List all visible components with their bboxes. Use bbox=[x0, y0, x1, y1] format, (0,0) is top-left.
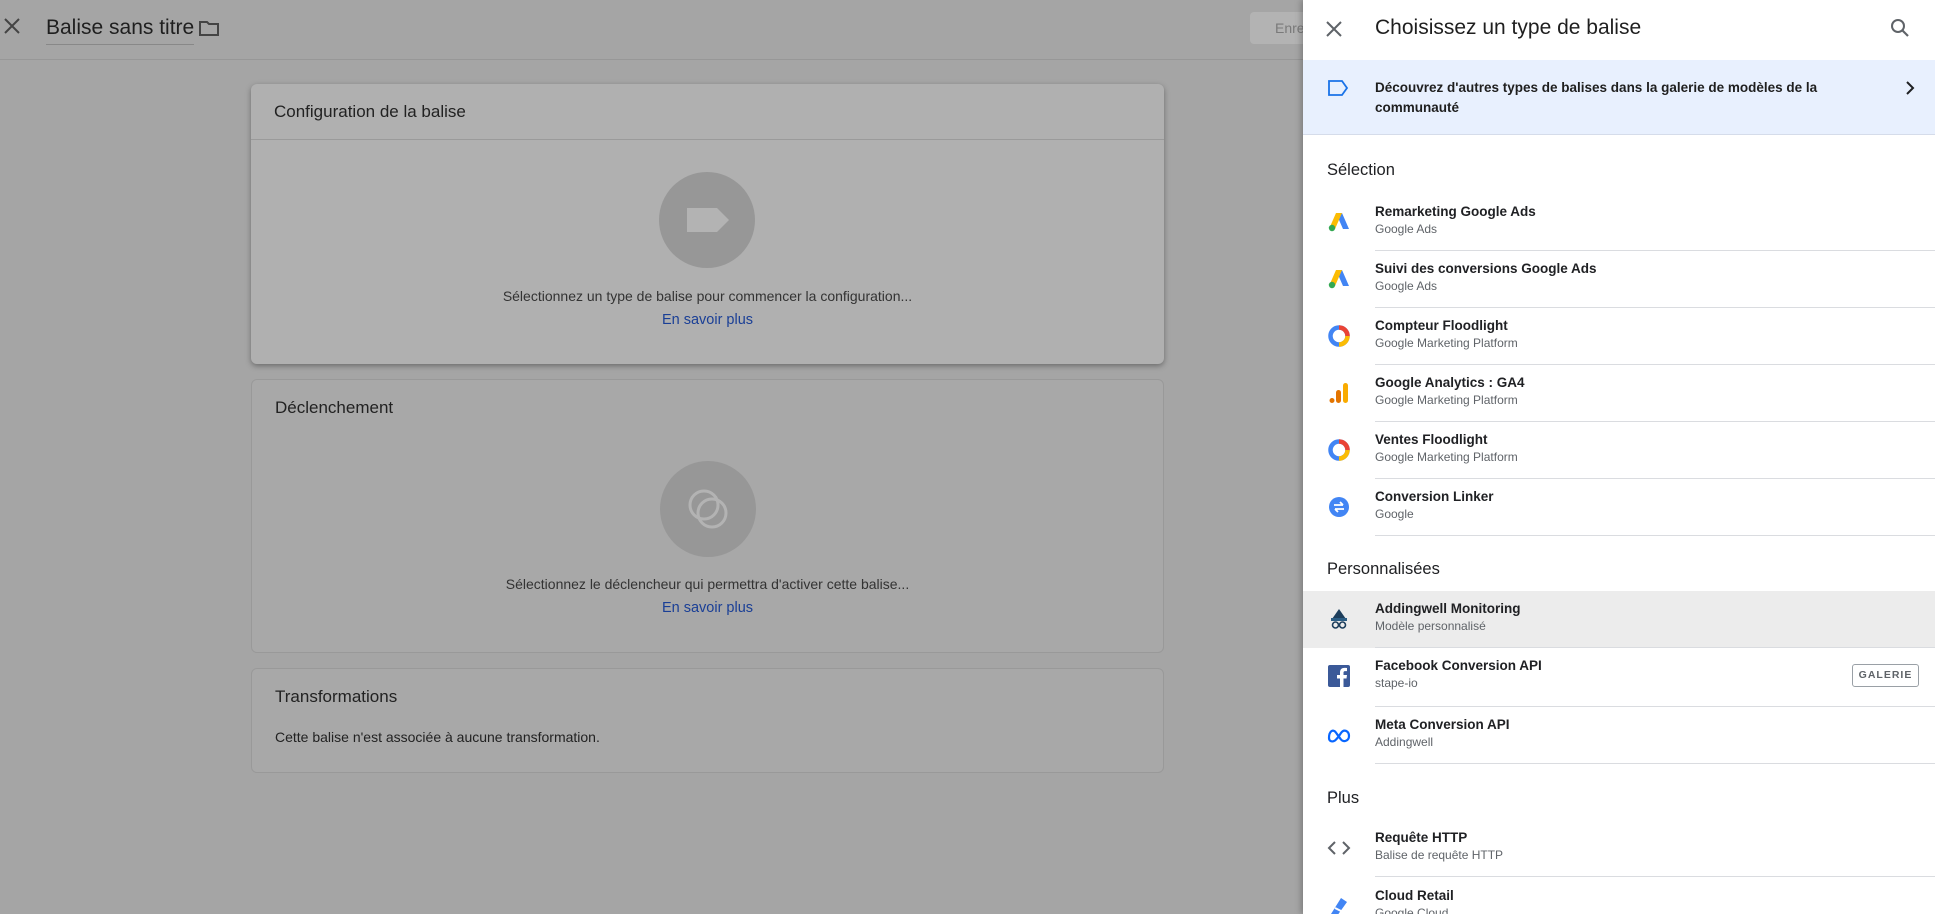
floodlight-icon bbox=[1328, 439, 1350, 461]
item-name: Conversion Linker bbox=[1375, 489, 1494, 504]
divider bbox=[1375, 763, 1935, 764]
conversion-linker-icon bbox=[1329, 497, 1349, 517]
close-icon[interactable] bbox=[2, 16, 22, 36]
tag-type-item[interactable]: Cloud Retail Google Cloud bbox=[1303, 878, 1935, 914]
card-message: Sélectionnez un type de balise pour comm… bbox=[502, 288, 913, 304]
item-subtitle: Google bbox=[1375, 507, 1414, 521]
item-name: Facebook Conversion API bbox=[1375, 658, 1542, 673]
google-ads-icon bbox=[1328, 270, 1349, 289]
item-name: Requête HTTP bbox=[1375, 830, 1468, 845]
panel-header: Choisissez un type de balise bbox=[1303, 0, 1935, 58]
card-heading: Configuration de la balise bbox=[251, 84, 1164, 140]
card-heading: Transformations bbox=[275, 687, 398, 706]
gallery-badge[interactable]: GALERIE bbox=[1852, 664, 1919, 687]
tag-title[interactable]: Balise sans titre bbox=[46, 16, 195, 45]
tag-type-item[interactable]: Requête HTTP Balise de requête HTTP bbox=[1303, 820, 1935, 877]
item-subtitle: Google Ads bbox=[1375, 222, 1438, 236]
item-subtitle: Google Marketing Platform bbox=[1375, 450, 1518, 464]
tag-type-item[interactable]: Ventes Floodlight Google Marketing Platf… bbox=[1303, 422, 1935, 479]
item-subtitle: Balise de requête HTTP bbox=[1375, 848, 1504, 862]
card-message: Sélectionnez le déclencheur qui permettr… bbox=[505, 576, 910, 592]
tag-type-item[interactable]: Suivi des conversions Google Ads Google … bbox=[1303, 251, 1935, 308]
item-name: Ventes Floodlight bbox=[1375, 432, 1488, 447]
card-heading: Déclenchement bbox=[275, 398, 394, 417]
code-icon bbox=[1327, 841, 1351, 855]
trigger-icon bbox=[688, 489, 728, 529]
tag-configuration-card[interactable]: Configuration de la balise Sélectionnez … bbox=[251, 84, 1164, 364]
item-subtitle: Google Marketing Platform bbox=[1375, 393, 1518, 407]
section-heading-selection: Sélection bbox=[1327, 161, 1395, 179]
tag-type-item[interactable]: Conversion Linker Google bbox=[1303, 479, 1935, 536]
floodlight-icon bbox=[1328, 325, 1350, 347]
google-ads-icon bbox=[1328, 213, 1349, 232]
tag-type-item[interactable]: Remarketing Google Ads Google Ads bbox=[1303, 194, 1935, 251]
banner-text: Découvrez d'autres types de balises dans… bbox=[1375, 80, 1818, 115]
chevron-right-icon bbox=[1906, 81, 1915, 95]
tag-type-item[interactable]: Google Analytics : GA4 Google Marketing … bbox=[1303, 365, 1935, 422]
tag-placeholder-circle[interactable] bbox=[659, 172, 755, 268]
triggering-card[interactable]: Déclenchement Sélectionnez le déclencheu… bbox=[251, 379, 1164, 653]
item-name: Suivi des conversions Google Ads bbox=[1375, 261, 1597, 276]
divider bbox=[1375, 876, 1935, 877]
panel-title: Choisissez un type de balise bbox=[1375, 16, 1642, 39]
item-name: Google Analytics : GA4 bbox=[1375, 375, 1525, 390]
cloud-retail-icon bbox=[1331, 898, 1347, 914]
close-icon[interactable] bbox=[1323, 18, 1345, 40]
learn-more-link[interactable]: En savoir plus bbox=[252, 600, 1163, 616]
tag-icon bbox=[687, 208, 729, 232]
item-subtitle: Modèle personnalisé bbox=[1375, 619, 1486, 633]
tag-outline-icon bbox=[1328, 80, 1349, 96]
tag-type-item[interactable]: Facebook Conversion API stape-io GALERIE bbox=[1303, 648, 1935, 707]
item-name: Remarketing Google Ads bbox=[1375, 204, 1536, 219]
item-name: Meta Conversion API bbox=[1375, 717, 1510, 732]
trigger-placeholder-circle[interactable] bbox=[660, 461, 756, 557]
analytics-icon bbox=[1329, 383, 1348, 403]
addingwell-icon bbox=[1331, 609, 1347, 629]
section-heading-more: Plus bbox=[1327, 789, 1360, 807]
community-gallery-banner[interactable]: Découvrez d'autres types de balises dans… bbox=[1303, 60, 1935, 135]
divider bbox=[1375, 535, 1935, 536]
transformations-card: Transformations Cette balise n'est assoc… bbox=[251, 668, 1164, 773]
tag-type-item[interactable]: Compteur Floodlight Google Marketing Pla… bbox=[1303, 308, 1935, 365]
item-subtitle: Google Cloud bbox=[1375, 906, 1449, 914]
tag-type-item[interactable]: Addingwell Monitoring Modèle personnalis… bbox=[1303, 591, 1935, 648]
facebook-icon bbox=[1328, 665, 1350, 687]
item-subtitle: stape-io bbox=[1375, 676, 1418, 690]
learn-more-link[interactable]: En savoir plus bbox=[251, 312, 1164, 328]
section-heading-custom: Personnalisées bbox=[1327, 560, 1440, 578]
card-message: Cette balise n'est associée à aucune tra… bbox=[275, 729, 600, 745]
item-subtitle: Addingwell bbox=[1375, 735, 1434, 749]
item-name: Cloud Retail bbox=[1375, 888, 1454, 903]
item-subtitle: Google Marketing Platform bbox=[1375, 336, 1518, 350]
tag-type-panel: Choisissez un type de balise Découvrez d… bbox=[1303, 0, 1935, 914]
meta-icon bbox=[1327, 729, 1351, 743]
item-name: Addingwell Monitoring bbox=[1375, 601, 1521, 616]
tag-type-item[interactable]: Meta Conversion API Addingwell bbox=[1303, 707, 1935, 764]
search-icon[interactable] bbox=[1889, 17, 1911, 39]
folder-icon[interactable] bbox=[198, 18, 220, 38]
item-name: Compteur Floodlight bbox=[1375, 318, 1508, 333]
item-subtitle: Google Ads bbox=[1375, 279, 1438, 293]
